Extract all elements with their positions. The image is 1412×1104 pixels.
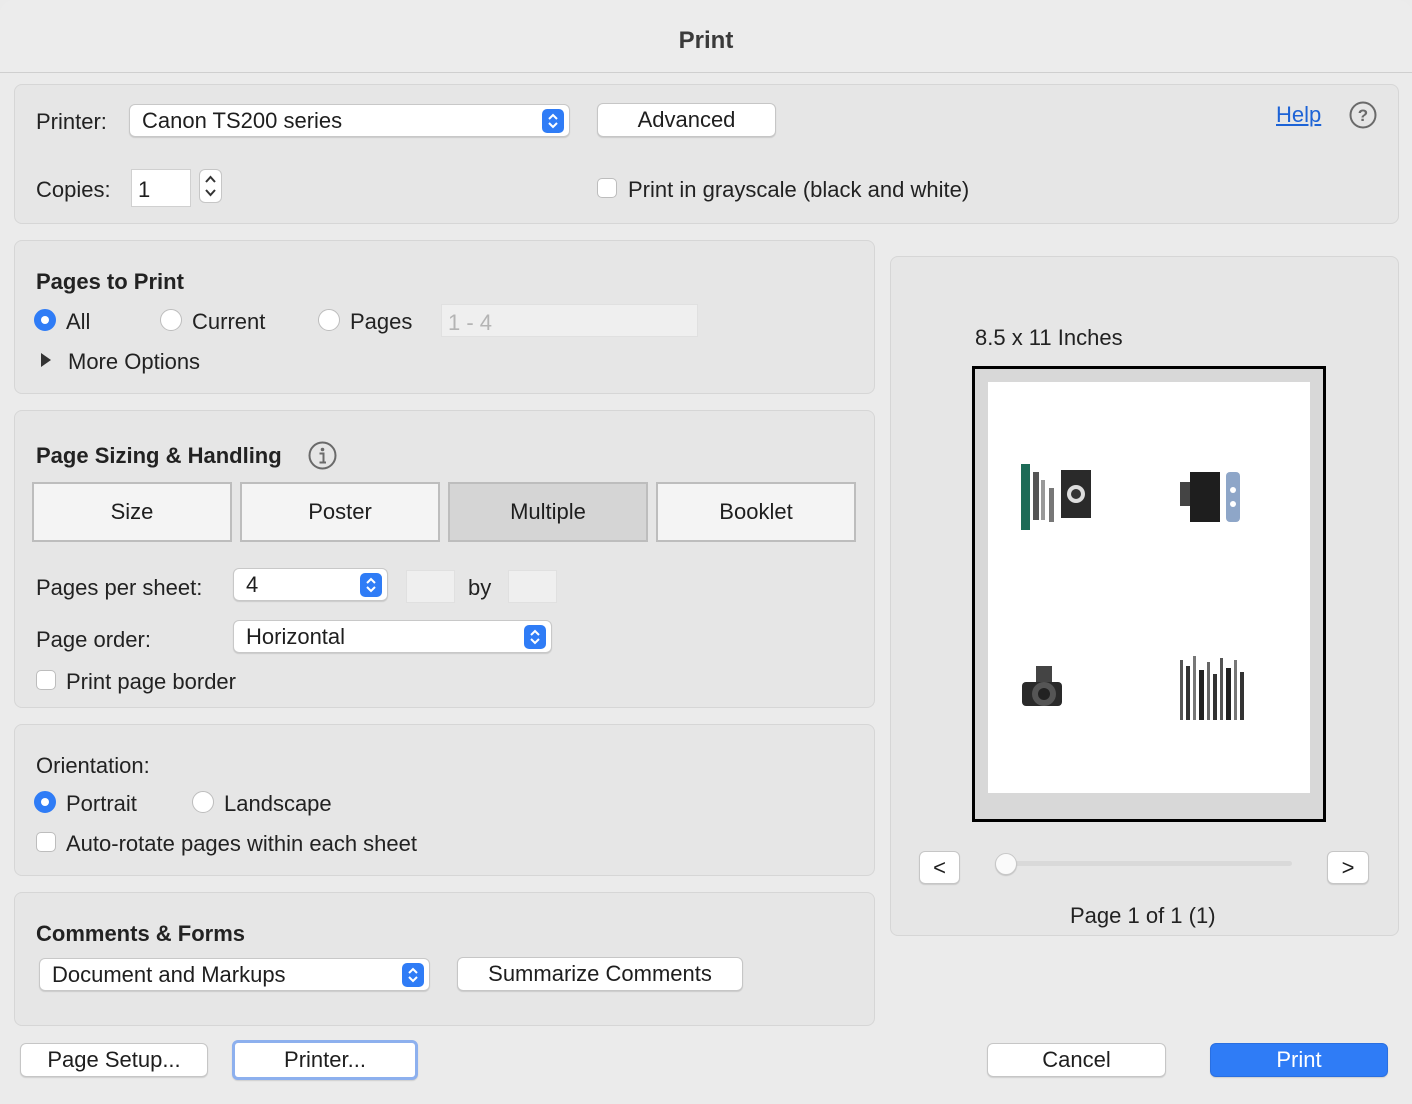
chevron-updown-icon [524, 624, 546, 649]
autorotate-label: Auto-rotate pages within each sheet [66, 831, 418, 856]
thumbnail-4 [1180, 656, 1246, 720]
comments-select-value: Document and Markups [52, 961, 286, 987]
disclosure-triangle-icon[interactable] [40, 352, 52, 368]
radio-all[interactable] [34, 309, 56, 331]
autorotate-checkbox[interactable] [36, 832, 56, 852]
chevron-updown-icon [542, 108, 564, 133]
radio-pages-label: Pages [350, 309, 413, 334]
more-options-label[interactable]: More Options [68, 349, 200, 375]
radio-portrait-label: Portrait [66, 791, 137, 816]
thumbnail-1 [1021, 464, 1093, 530]
chevron-updown-icon [360, 572, 382, 597]
thumbnail-3 [1022, 664, 1068, 716]
page-order-select[interactable]: Horizontal [233, 620, 552, 653]
copies-label: Copies: [36, 177, 111, 202]
orientation-label: Orientation: [36, 753, 150, 778]
by-label: by [468, 575, 492, 600]
chevron-updown-icon [402, 962, 424, 987]
print-button[interactable]: Print [1210, 1043, 1388, 1077]
tab-poster[interactable]: Poster [240, 482, 440, 542]
page-range-placeholder: 1 - 4 [448, 310, 493, 335]
comments-title: Comments & Forms [36, 921, 246, 946]
page-slider-track[interactable] [995, 861, 1292, 866]
next-page-button[interactable]: > [1327, 851, 1369, 884]
page-status: Page 1 of 1 (1) [1070, 903, 1216, 928]
print-border-label: Print page border [66, 669, 236, 694]
radio-pages[interactable] [318, 309, 340, 331]
info-icon[interactable] [308, 441, 337, 470]
prev-page-button[interactable]: < [919, 851, 960, 884]
page-slider-thumb[interactable] [995, 853, 1017, 875]
copies-value: 1 [138, 177, 151, 202]
advanced-button[interactable]: Advanced [597, 103, 776, 137]
pages-per-sheet-value: 4 [246, 571, 259, 597]
radio-landscape-label: Landscape [224, 791, 332, 816]
printer-label: Printer: [36, 109, 107, 134]
grayscale-label: Print in grayscale (black and white) [628, 177, 970, 202]
print-border-checkbox[interactable] [36, 670, 56, 690]
page-setup-button[interactable]: Page Setup... [20, 1043, 208, 1077]
radio-current[interactable] [160, 309, 182, 331]
page-sizing-title: Page Sizing & Handling [36, 443, 282, 468]
preview-page [988, 382, 1310, 793]
tab-booklet[interactable]: Booklet [656, 482, 856, 542]
window-title: Print [678, 27, 734, 54]
tab-multiple[interactable]: Multiple [448, 482, 648, 542]
page-order-value: Horizontal [246, 623, 346, 649]
page-order-label: Page order: [36, 627, 151, 652]
help-icon[interactable]: ? [1349, 101, 1377, 129]
radio-portrait[interactable] [34, 791, 56, 813]
help-link[interactable]: Help [1276, 102, 1321, 128]
radio-landscape[interactable] [192, 791, 214, 813]
copies-field[interactable]: 1 [131, 169, 191, 207]
thumbnail-2 [1180, 470, 1242, 524]
title-bar: Print [0, 0, 1412, 73]
tab-size[interactable]: Size [32, 482, 232, 542]
pages-per-sheet-select[interactable]: 4 [233, 568, 388, 601]
radio-current-label: Current [192, 309, 266, 334]
summarize-comments-button[interactable]: Summarize Comments [457, 957, 743, 991]
printer-select-value: Canon TS200 series [142, 107, 343, 133]
pages-to-print-title: Pages to Print [36, 269, 184, 294]
preview-frame [972, 366, 1326, 822]
copies-stepper[interactable] [199, 169, 222, 203]
paper-size-label: 8.5 x 11 Inches [975, 325, 1123, 350]
comments-select[interactable]: Document and Markups [39, 958, 430, 991]
cancel-button[interactable]: Cancel [987, 1043, 1166, 1077]
printer-button[interactable]: Printer... [232, 1040, 418, 1080]
radio-all-label: All [66, 309, 91, 334]
svg-text:?: ? [1358, 106, 1368, 125]
pages-per-sheet-label: Pages per sheet: [36, 575, 203, 600]
grid-rows-field[interactable] [508, 570, 557, 603]
printer-select[interactable]: Canon TS200 series [129, 104, 570, 137]
grid-columns-field[interactable] [406, 570, 455, 603]
grayscale-checkbox[interactable] [597, 178, 617, 198]
page-range-field[interactable]: 1 - 4 [441, 304, 698, 337]
